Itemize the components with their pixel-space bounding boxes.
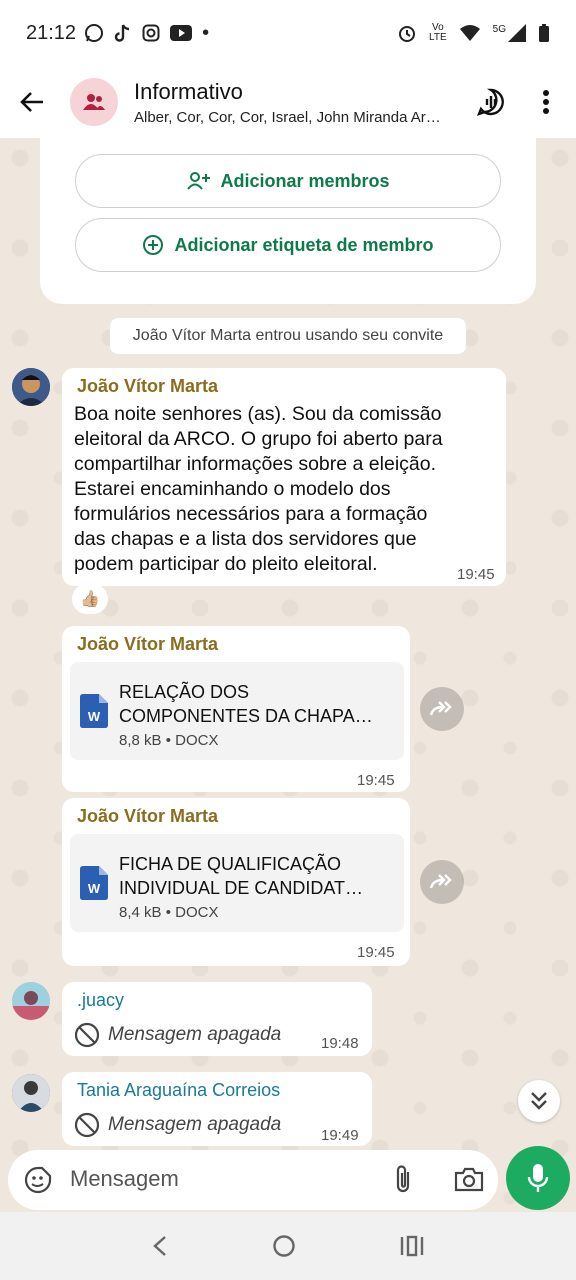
sender-name[interactable]: João Vítor Marta — [77, 634, 218, 655]
voice-message-button[interactable] — [506, 1146, 570, 1210]
message-time: 19:48 — [321, 1035, 359, 1052]
reaction-badge[interactable]: 👍🏼 — [72, 584, 108, 614]
wifi-icon — [459, 25, 480, 41]
voice-chat-button[interactable] — [466, 66, 516, 138]
deleted-icon — [74, 1112, 100, 1138]
group-title: Informativo — [134, 78, 243, 104]
more-notifications-dot: • — [202, 21, 210, 44]
group-members: Alber, Cor, Cor, Cor, Israel, John Miran… — [134, 108, 441, 126]
whatsapp-notification-icon — [85, 24, 104, 42]
tiktok-notification-icon — [114, 24, 130, 42]
forward-icon — [429, 874, 452, 889]
chevrons-down-icon — [531, 1092, 547, 1110]
voice-chat-icon — [477, 88, 504, 116]
system-navigation-bar — [0, 1212, 576, 1280]
document-meta: 8,8 kB • DOCX — [119, 732, 219, 749]
document-message-bubble[interactable]: João Vítor Marta W RELAÇÃO DOS COMPONENT… — [62, 626, 410, 792]
word-file-icon: W — [80, 694, 108, 728]
document-name: RELAÇÃO DOS COMPONENTES DA CHAPA… — [119, 682, 373, 726]
chat-area[interactable]: Adicionar membros Adicionar etiqueta de … — [0, 138, 576, 1212]
add-members-button[interactable]: Adicionar membros — [75, 154, 501, 208]
document-meta: 8,4 kB • DOCX — [119, 904, 219, 921]
nav-back-icon[interactable] — [152, 1235, 168, 1257]
group-actions-card: Adicionar membros Adicionar etiqueta de … — [40, 138, 536, 304]
back-arrow-icon — [20, 92, 43, 112]
system-message: João Vítor Marta entrou usando seu convi… — [110, 318, 466, 354]
message-text: Boa noite senhores (as). Sou da comissão… — [74, 403, 443, 575]
add-member-tag-button[interactable]: Adicionar etiqueta de membro — [75, 218, 501, 272]
sender-name[interactable]: João Vítor Marta — [77, 806, 218, 827]
group-avatar[interactable] — [70, 78, 118, 126]
nav-home-icon[interactable] — [272, 1234, 296, 1258]
scroll-to-bottom-button[interactable] — [518, 1080, 560, 1122]
alarm-icon — [399, 26, 416, 42]
document-message-bubble[interactable]: João Vítor Marta W FICHA DE QUALIFICAÇÃO… — [62, 798, 410, 966]
deleted-icon — [74, 1022, 100, 1048]
notification-icons: • — [84, 22, 209, 45]
system-icons: Vo LTE 5G — [397, 23, 550, 43]
deleted-message-bubble[interactable]: .juacy Mensagem apagada 19:48 — [62, 982, 372, 1056]
menu-button[interactable] — [528, 66, 564, 138]
chat-title-area[interactable]: Informativo Alber, Cor, Cor, Cor, Israel… — [134, 79, 464, 126]
back-button[interactable] — [0, 66, 64, 138]
document-attachment[interactable]: W RELAÇÃO DOS COMPONENTES DA CHAPA… 8,8 … — [70, 662, 404, 760]
avatar[interactable] — [12, 1074, 50, 1112]
attach-icon[interactable] — [392, 1164, 414, 1196]
add-tag-icon — [143, 235, 164, 255]
deleted-text: Mensagem apagada — [108, 1024, 282, 1045]
status-time: 21:12 — [26, 21, 77, 44]
signal-5g: 5G — [493, 24, 526, 42]
svg-text:W: W — [88, 881, 101, 896]
message-bubble[interactable]: João Vítor Marta Boa noite senhores (as)… — [62, 368, 506, 586]
deleted-message-bubble[interactable]: Tania Araguaína Correios Mensagem apagad… — [62, 1072, 372, 1146]
document-attachment[interactable]: W FICHA DE QUALIFICAÇÃO INDIVIDUAL DE CA… — [70, 834, 404, 932]
message-time: 19:45 — [357, 772, 395, 789]
add-member-tag-label: Adicionar etiqueta de membro — [174, 234, 434, 255]
document-name: FICHA DE QUALIFICAÇÃO INDIVIDUAL DE CAND… — [119, 854, 364, 898]
chat-header: Informativo Alber, Cor, Cor, Cor, Israel… — [0, 66, 576, 138]
forward-button[interactable] — [420, 687, 464, 731]
avatar[interactable] — [12, 368, 50, 406]
sender-name[interactable]: .juacy — [77, 990, 124, 1011]
youtube-notification-icon — [170, 25, 193, 41]
deleted-text: Mensagem apagada — [108, 1114, 282, 1135]
instagram-notification-icon — [142, 24, 160, 42]
volte-badge: Vo LTE — [429, 22, 447, 43]
more-vert-icon — [543, 90, 549, 114]
battery-icon — [539, 24, 549, 42]
message-composer: Mensagem — [8, 1150, 498, 1210]
sender-name[interactable]: João Vítor Marta — [77, 376, 218, 397]
add-person-icon — [187, 172, 211, 190]
message-input[interactable]: Mensagem — [70, 1166, 179, 1192]
camera-icon[interactable] — [454, 1166, 484, 1192]
svg-text:W: W — [88, 709, 101, 724]
group-icon — [83, 94, 105, 110]
status-bar: 21:12 • Vo LTE 5G — [0, 0, 576, 66]
message-time: 19:49 — [321, 1127, 359, 1144]
message-time: 19:45 — [457, 566, 495, 583]
word-file-icon: W — [80, 866, 108, 900]
sender-name[interactable]: Tania Araguaína Correios — [77, 1080, 280, 1101]
forward-icon — [429, 701, 452, 716]
avatar[interactable] — [12, 982, 50, 1020]
forward-button[interactable] — [420, 860, 464, 904]
message-time: 19:45 — [357, 944, 395, 961]
add-members-label: Adicionar membros — [220, 170, 390, 191]
sticker-icon[interactable] — [24, 1166, 52, 1194]
mic-icon — [527, 1164, 549, 1192]
nav-recents-icon[interactable] — [400, 1235, 424, 1257]
